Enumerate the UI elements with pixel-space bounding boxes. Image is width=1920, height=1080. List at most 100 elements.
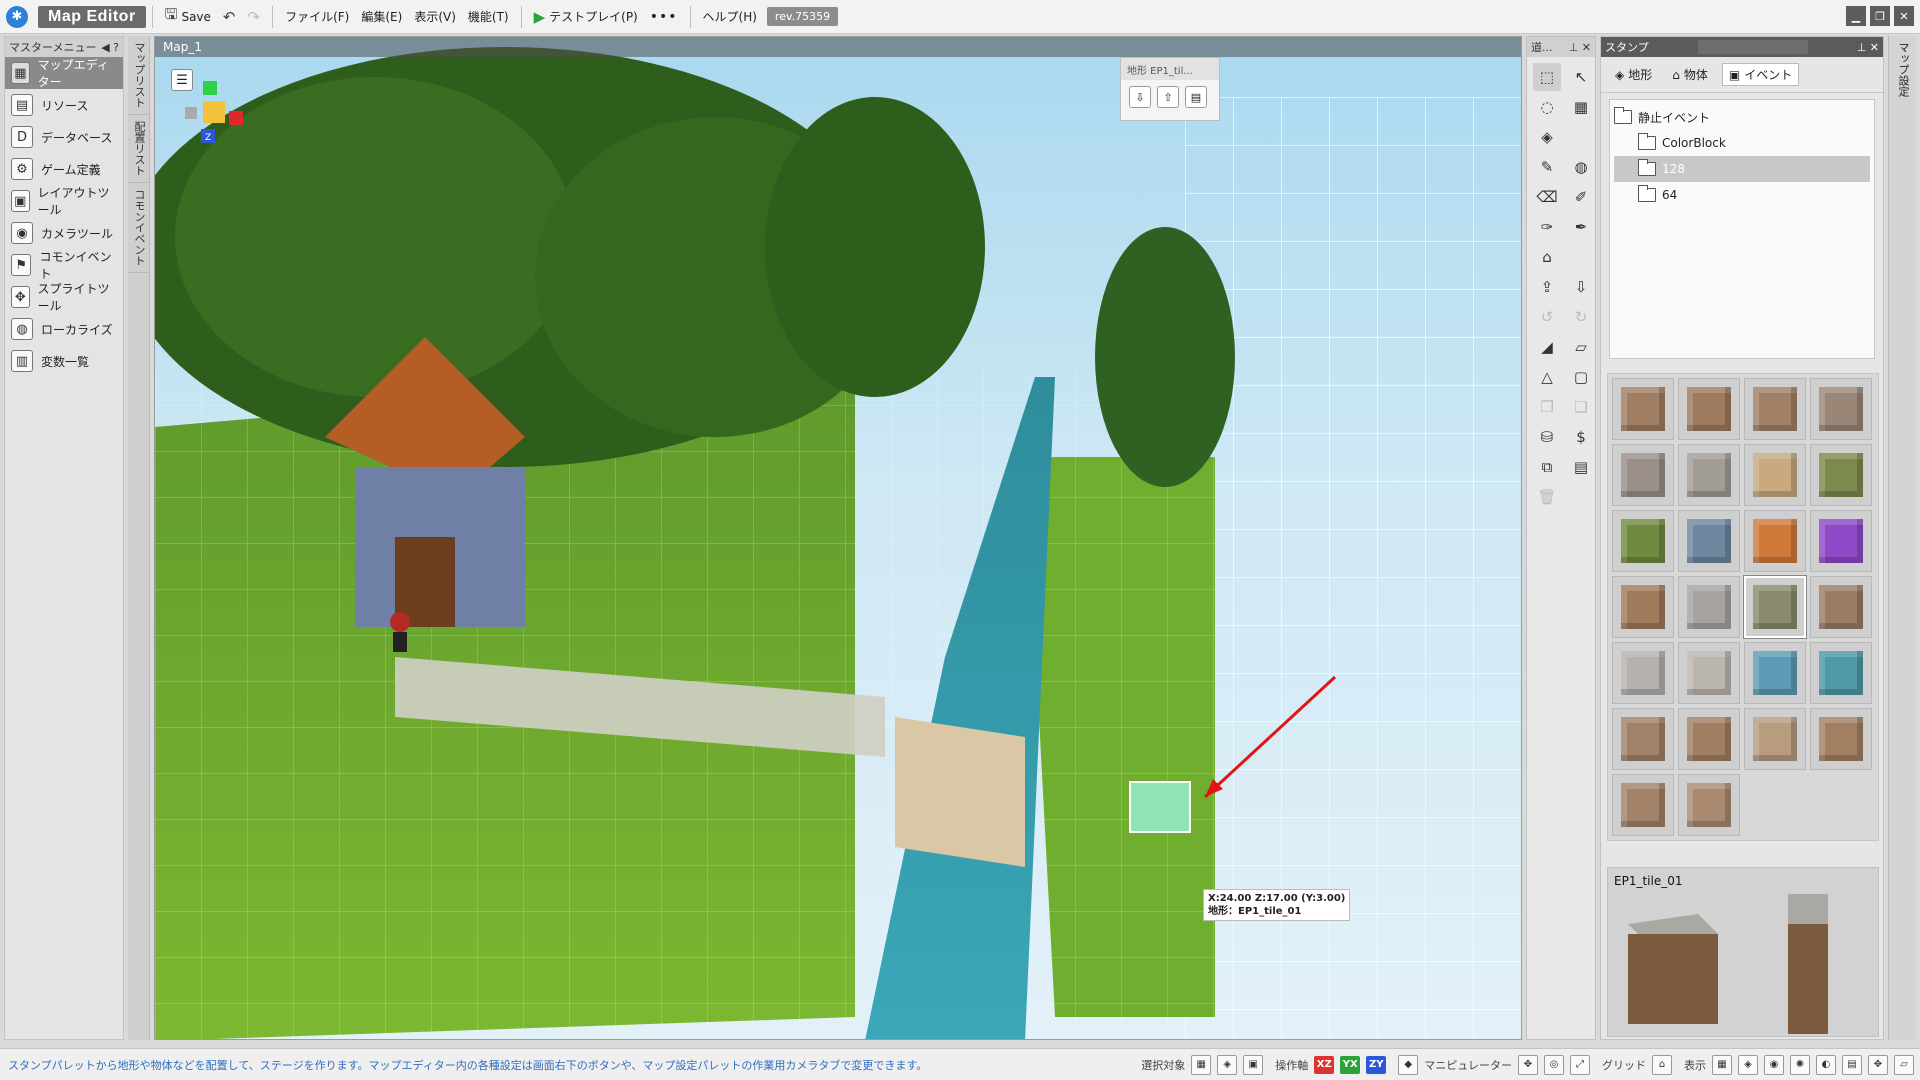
testplay-button[interactable]: ▶ テストプレイ(P): [528, 4, 644, 30]
stamp-tile[interactable]: [1810, 510, 1872, 572]
stamp-tile[interactable]: [1678, 642, 1740, 704]
stamp-tile[interactable]: [1678, 576, 1740, 638]
stamp-tile[interactable]: [1612, 642, 1674, 704]
menu-item-variables[interactable]: ▥ 変数一覧: [5, 345, 123, 377]
slope-tool-icon[interactable]: ◢: [1533, 333, 1561, 361]
triangle-tool-icon[interactable]: △: [1533, 363, 1561, 391]
stamp-tile[interactable]: [1744, 378, 1806, 440]
select-object-icon[interactable]: ◈: [1217, 1054, 1238, 1075]
bucket-tool-icon[interactable]: ◍: [1567, 153, 1595, 181]
stamp-tile[interactable]: [1678, 510, 1740, 572]
cube-tool-icon[interactable]: ◈: [1533, 123, 1561, 151]
stamp-tile[interactable]: [1810, 576, 1872, 638]
stamp-tile[interactable]: [1612, 774, 1674, 836]
clipboard-tool-icon[interactable]: ▤: [1567, 453, 1595, 481]
rotate-gizmo-icon[interactable]: ◎: [1544, 1054, 1564, 1075]
box-tool-icon[interactable]: ▢: [1567, 363, 1595, 391]
stamp-tile[interactable]: [1612, 444, 1674, 506]
stamp-tile[interactable]: [1810, 708, 1872, 770]
stamp-tile[interactable]: [1744, 708, 1806, 770]
display-sprite-icon[interactable]: ✥: [1868, 1054, 1888, 1075]
tab-map-list[interactable]: マップリスト: [128, 36, 150, 115]
display-fog-icon[interactable]: ▤: [1842, 1054, 1862, 1075]
menu-item-camera-tool[interactable]: ◉ カメラツール: [5, 217, 123, 249]
stamp-tile[interactable]: [1612, 510, 1674, 572]
menu-item-sprite-tool[interactable]: ✥ スプライトツール: [5, 281, 123, 313]
eraser-tool-icon[interactable]: ⌫: [1533, 183, 1561, 211]
stamp-tile[interactable]: [1612, 708, 1674, 770]
select-tool-icon[interactable]: ⬚: [1533, 63, 1561, 91]
tab-common-event[interactable]: コモンイベント: [128, 183, 150, 273]
grid-tool-icon[interactable]: ▦: [1567, 93, 1595, 121]
collapse-icon[interactable]: ◀: [101, 41, 109, 54]
move-gizmo-icon[interactable]: ✥: [1518, 1054, 1538, 1075]
axis-zy-button[interactable]: ZY: [1366, 1055, 1387, 1074]
menu-edit[interactable]: 編集(E): [355, 4, 408, 30]
menu-item-common-event[interactable]: ⚑ コモンイベント: [5, 249, 123, 281]
undo-button[interactable]: ↶: [217, 4, 242, 30]
stamp-tile[interactable]: [1744, 444, 1806, 506]
pointer-tool-icon[interactable]: ↖: [1567, 63, 1595, 91]
tree-item-64[interactable]: 64: [1614, 182, 1870, 208]
stamp-tile[interactable]: [1810, 642, 1872, 704]
manipulator-icon[interactable]: ◆: [1398, 1054, 1419, 1075]
stamp-tile[interactable]: [1612, 378, 1674, 440]
viewport-tab[interactable]: Map_1: [155, 37, 1521, 57]
pin-icon[interactable]: ⊥ ✕: [1569, 41, 1591, 54]
scale-gizmo-icon[interactable]: ⤢: [1570, 1054, 1590, 1075]
menu-item-localize[interactable]: ◍ ローカライズ: [5, 313, 123, 345]
layer-tool-icon[interactable]: ▱: [1567, 333, 1595, 361]
display-light-icon[interactable]: ✺: [1790, 1054, 1810, 1075]
tab-terrain[interactable]: ◈ 地形: [1609, 63, 1658, 86]
spray-tool-icon[interactable]: ✒: [1567, 213, 1595, 241]
map-viewport[interactable]: Map_1 ☰ Z 地形 EP1_til... ⇩ ⇧ ▤ X:24.00 Z:…: [154, 36, 1522, 1040]
export-icon[interactable]: ⇧: [1157, 86, 1179, 108]
menu-item-game-definition[interactable]: ⚙ ゲーム定義: [5, 153, 123, 185]
menu-item-layout-tool[interactable]: ▣ レイアウトツール: [5, 185, 123, 217]
menu-item-resource[interactable]: ▤ リソース: [5, 89, 123, 121]
brush-tool-icon[interactable]: ✑: [1533, 213, 1561, 241]
menu-file[interactable]: ファイル(F): [279, 4, 355, 30]
tree-root[interactable]: 静止イベント: [1614, 104, 1870, 130]
lower-tool-icon[interactable]: ⇩: [1567, 273, 1595, 301]
menu-function[interactable]: 機能(T): [462, 4, 515, 30]
paste-tool-icon[interactable]: ❏: [1567, 393, 1595, 421]
stamp-tile[interactable]: [1744, 642, 1806, 704]
tab-event[interactable]: ▣ イベント: [1721, 63, 1800, 86]
stamp-tile[interactable]: [1612, 576, 1674, 638]
axis-gizmo[interactable]: Z: [181, 77, 251, 157]
axis-xz-button[interactable]: XZ: [1314, 1055, 1335, 1074]
stamp-tool-icon[interactable]: ⛁: [1533, 423, 1561, 451]
duplicate-tool-icon[interactable]: ⧉: [1533, 453, 1561, 481]
redo-button[interactable]: ↷: [242, 4, 267, 30]
tree-item-128[interactable]: 128: [1614, 156, 1870, 182]
stamp-tile[interactable]: [1678, 774, 1740, 836]
pin-close-icon[interactable]: ⊥ ✕: [1857, 41, 1879, 54]
menu-item-database[interactable]: D データベース: [5, 121, 123, 153]
display-camera-icon[interactable]: ◉: [1764, 1054, 1784, 1075]
import-icon[interactable]: ⇩: [1129, 86, 1151, 108]
select-event-icon[interactable]: ▣: [1243, 1054, 1264, 1075]
rotate-right-icon[interactable]: ↻: [1567, 303, 1595, 331]
tab-placement-list[interactable]: 配置リスト: [128, 115, 150, 183]
maximize-icon[interactable]: ❐: [1870, 6, 1890, 26]
tab-map-settings[interactable]: マップ設定: [1889, 36, 1917, 103]
clipboard-icon[interactable]: ▤: [1185, 86, 1207, 108]
stamp-tile[interactable]: [1744, 510, 1806, 572]
close-icon[interactable]: ✕: [1894, 6, 1914, 26]
minimize-icon[interactable]: ▁: [1846, 6, 1866, 26]
more-options-button[interactable]: •••: [644, 4, 684, 30]
copy-tool-icon[interactable]: ❐: [1533, 393, 1561, 421]
stamp-search-input[interactable]: [1697, 40, 1808, 54]
grid-toggle-icon[interactable]: ⌂: [1652, 1054, 1672, 1075]
rotate-left-icon[interactable]: ↺: [1533, 303, 1561, 331]
pencil-tool-icon[interactable]: ✎: [1533, 153, 1561, 181]
display-grid-icon[interactable]: ▦: [1712, 1054, 1732, 1075]
menu-help[interactable]: ヘルプ(H): [697, 4, 763, 30]
stamp-tile[interactable]: [1678, 378, 1740, 440]
display-layer-icon[interactable]: ▱: [1894, 1054, 1914, 1075]
lasso-tool-icon[interactable]: ◌: [1533, 93, 1561, 121]
menu-view[interactable]: 表示(V): [408, 4, 462, 30]
stamp-tile[interactable]: [1810, 444, 1872, 506]
menu-item-map-editor[interactable]: ▦ マップエディター: [5, 57, 123, 89]
